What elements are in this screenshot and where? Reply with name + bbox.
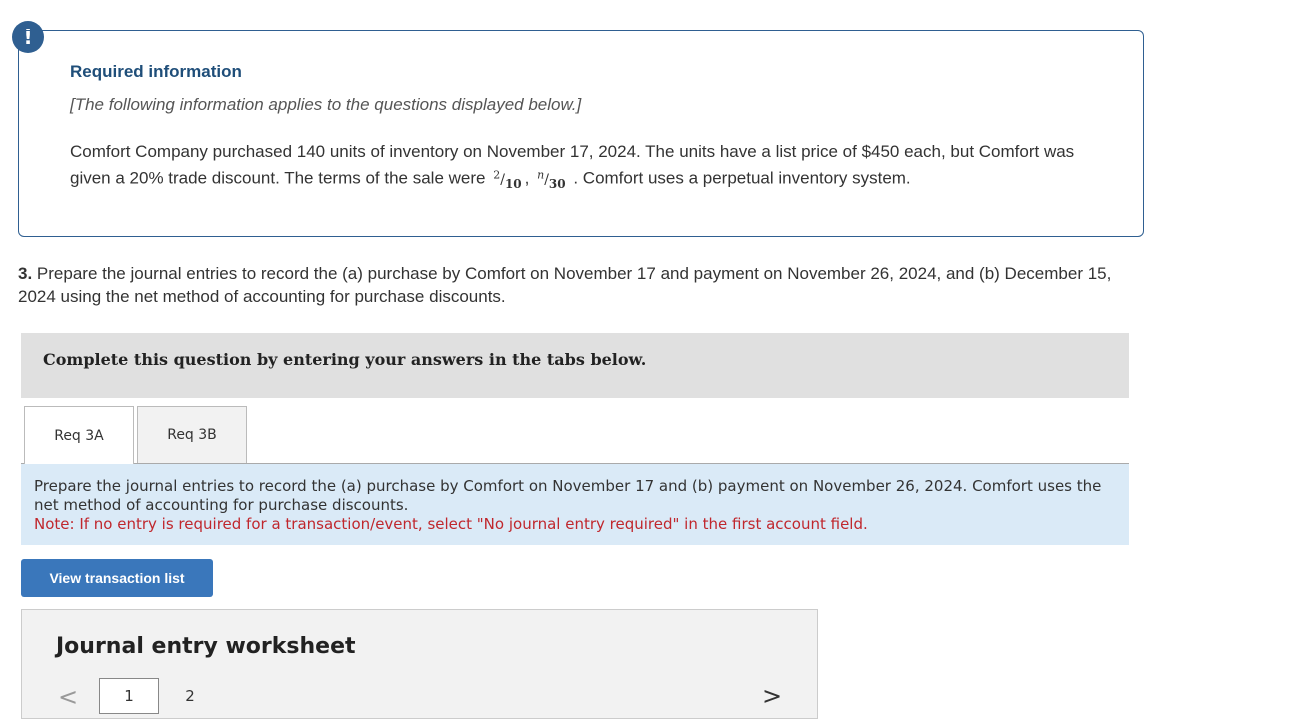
term1-denominator: 10 xyxy=(504,176,522,191)
chevron-right-icon[interactable]: > xyxy=(762,682,782,710)
question-text: 3. Prepare the journal entries to record… xyxy=(18,262,1128,308)
info-title: Required information xyxy=(70,62,242,81)
complete-question-banner: Complete this question by entering your … xyxy=(21,333,1129,398)
term1-numerator: 2 xyxy=(493,168,501,181)
info-subtitle: [The following information applies to th… xyxy=(70,95,582,114)
term2-numerator: n xyxy=(537,168,545,181)
instructions-note: Note: If no entry is required for a tran… xyxy=(34,515,868,533)
chevron-left-icon[interactable]: < xyxy=(58,683,78,711)
tab-req-3b[interactable]: Req 3B xyxy=(137,406,247,463)
question-body: Prepare the journal entries to record th… xyxy=(18,264,1112,306)
term-fraction-2: n/30 xyxy=(537,168,566,191)
info-body-part2: . Comfort uses a perpetual inventory sys… xyxy=(573,168,911,188)
view-transaction-list-button[interactable]: View transaction list xyxy=(21,559,213,597)
instructions-text: Prepare the journal entries to record th… xyxy=(34,477,1102,514)
info-body: Comfort Company purchased 140 units of i… xyxy=(70,142,1075,191)
tab-req-3a[interactable]: Req 3A xyxy=(24,406,134,464)
term2-denominator: 30 xyxy=(548,176,566,191)
journal-entry-worksheet: Journal entry worksheet < 1 2 > xyxy=(21,609,818,719)
required-information-box: Required information [The following info… xyxy=(18,30,1144,237)
complete-question-text: Complete this question by entering your … xyxy=(43,350,647,369)
term-fraction-1: 2/10 xyxy=(493,168,522,191)
worksheet-page-2[interactable]: 2 xyxy=(160,678,220,714)
worksheet-title: Journal entry worksheet xyxy=(56,634,356,659)
worksheet-page-1[interactable]: 1 xyxy=(99,678,159,714)
question-number: 3. xyxy=(18,264,33,283)
instructions-panel: Prepare the journal entries to record th… xyxy=(21,464,1129,545)
